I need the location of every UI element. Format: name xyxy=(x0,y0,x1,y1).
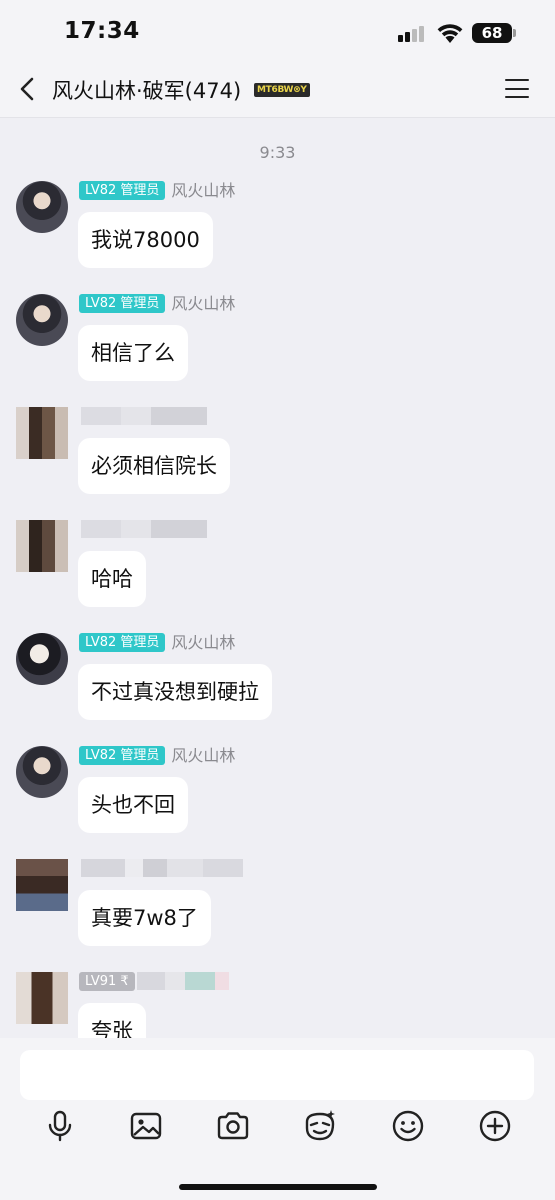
message-item: LV82 管理员 风火山林 相信了么 xyxy=(0,294,555,406)
message-bubble[interactable]: 不过真没想到硬拉 xyxy=(78,664,272,720)
sender-name[interactable]: 风火山林 xyxy=(171,181,235,200)
avatar[interactable] xyxy=(16,746,68,798)
message-item: LV82 管理员 风火山林 我说78000 xyxy=(0,181,555,293)
message-bubble[interactable]: 哈哈 xyxy=(78,551,146,607)
image-icon[interactable] xyxy=(128,1108,164,1144)
home-indicator xyxy=(179,1184,377,1190)
camera-icon[interactable] xyxy=(215,1108,251,1144)
avatar[interactable] xyxy=(16,181,68,233)
message-item: 哈哈 xyxy=(0,520,555,632)
message-item: LV82 管理员 风火山林 头也不回 xyxy=(0,746,555,858)
message-item: 必须相信院长 xyxy=(0,407,555,519)
sender-name[interactable]: 风火山林 xyxy=(171,633,235,652)
message-input[interactable] xyxy=(20,1050,534,1100)
message-bubble[interactable]: 头也不回 xyxy=(78,777,188,833)
message-timestamp: 9:33 xyxy=(259,143,296,162)
message-bubble[interactable]: 真要7w8了 xyxy=(78,890,211,946)
sender-meta: LV82 管理员 风火山林 xyxy=(79,746,235,766)
microphone-icon[interactable] xyxy=(42,1108,78,1144)
avatar[interactable] xyxy=(16,294,68,346)
group-title: 风火山林·破军(474) xyxy=(52,79,242,103)
avatar[interactable] xyxy=(16,407,68,459)
message-item: 真要7w8了 xyxy=(0,859,555,971)
sender-meta: LV91 ₹ xyxy=(79,972,229,992)
sender-name[interactable]: 风火山林 xyxy=(171,294,235,313)
blurred-sender-name xyxy=(136,972,229,990)
sender-meta xyxy=(79,407,207,427)
message-item: LV82 管理员 风火山林 不过真没想到硬拉 xyxy=(0,633,555,745)
level-badge: LV82 管理员 xyxy=(79,181,166,200)
emoji-sticker-icon[interactable] xyxy=(302,1108,338,1144)
status-time: 17:34 xyxy=(64,18,140,44)
avatar[interactable] xyxy=(16,633,68,685)
level-badge: LV91 ₹ xyxy=(79,972,135,991)
blurred-sender-name xyxy=(81,520,207,538)
message-bubble[interactable]: 夸张 xyxy=(78,1003,146,1038)
sender-meta xyxy=(79,859,243,879)
status-bar: 17:34 68 xyxy=(0,0,555,62)
smiley-icon[interactable] xyxy=(390,1108,426,1144)
sender-meta: LV82 管理员 风火山林 xyxy=(79,181,235,201)
battery-indicator: 68 xyxy=(472,23,516,43)
message-bubble[interactable]: 我说78000 xyxy=(78,212,213,268)
message-item: LV91 ₹ 夸张 xyxy=(0,972,555,1038)
sender-name[interactable]: 风火山林 xyxy=(171,746,235,765)
composer-toolbar xyxy=(0,1108,555,1146)
sender-meta: LV82 管理员 风火山林 xyxy=(79,294,235,314)
plus-icon[interactable] xyxy=(477,1108,513,1144)
level-badge: LV82 管理员 xyxy=(79,633,166,652)
chat-header: 风火山林·破军(474) MT6BW⊗Y xyxy=(0,62,555,118)
menu-icon[interactable] xyxy=(505,79,529,99)
blurred-sender-name xyxy=(81,859,243,877)
back-chevron-icon[interactable] xyxy=(14,74,44,104)
wifi-icon xyxy=(437,24,463,43)
level-badge: LV82 管理员 xyxy=(79,746,166,765)
level-badge: LV82 管理员 xyxy=(79,294,166,313)
group-badge: MT6BW⊗Y xyxy=(254,83,310,97)
composer xyxy=(0,1038,555,1200)
avatar[interactable] xyxy=(16,972,68,1024)
avatar[interactable] xyxy=(16,520,68,572)
message-bubble[interactable]: 必须相信院长 xyxy=(78,438,230,494)
message-list[interactable]: 9:33 LV82 管理员 风火山林 我说78000 LV82 管理员 风火山林 相… xyxy=(0,119,555,1038)
message-bubble[interactable]: 相信了么 xyxy=(78,325,188,381)
avatar[interactable] xyxy=(16,859,68,911)
sender-meta: LV82 管理员 风火山林 xyxy=(79,633,235,653)
cellular-signal-icon xyxy=(398,26,428,42)
sender-meta xyxy=(79,520,207,540)
blurred-sender-name xyxy=(81,407,207,425)
